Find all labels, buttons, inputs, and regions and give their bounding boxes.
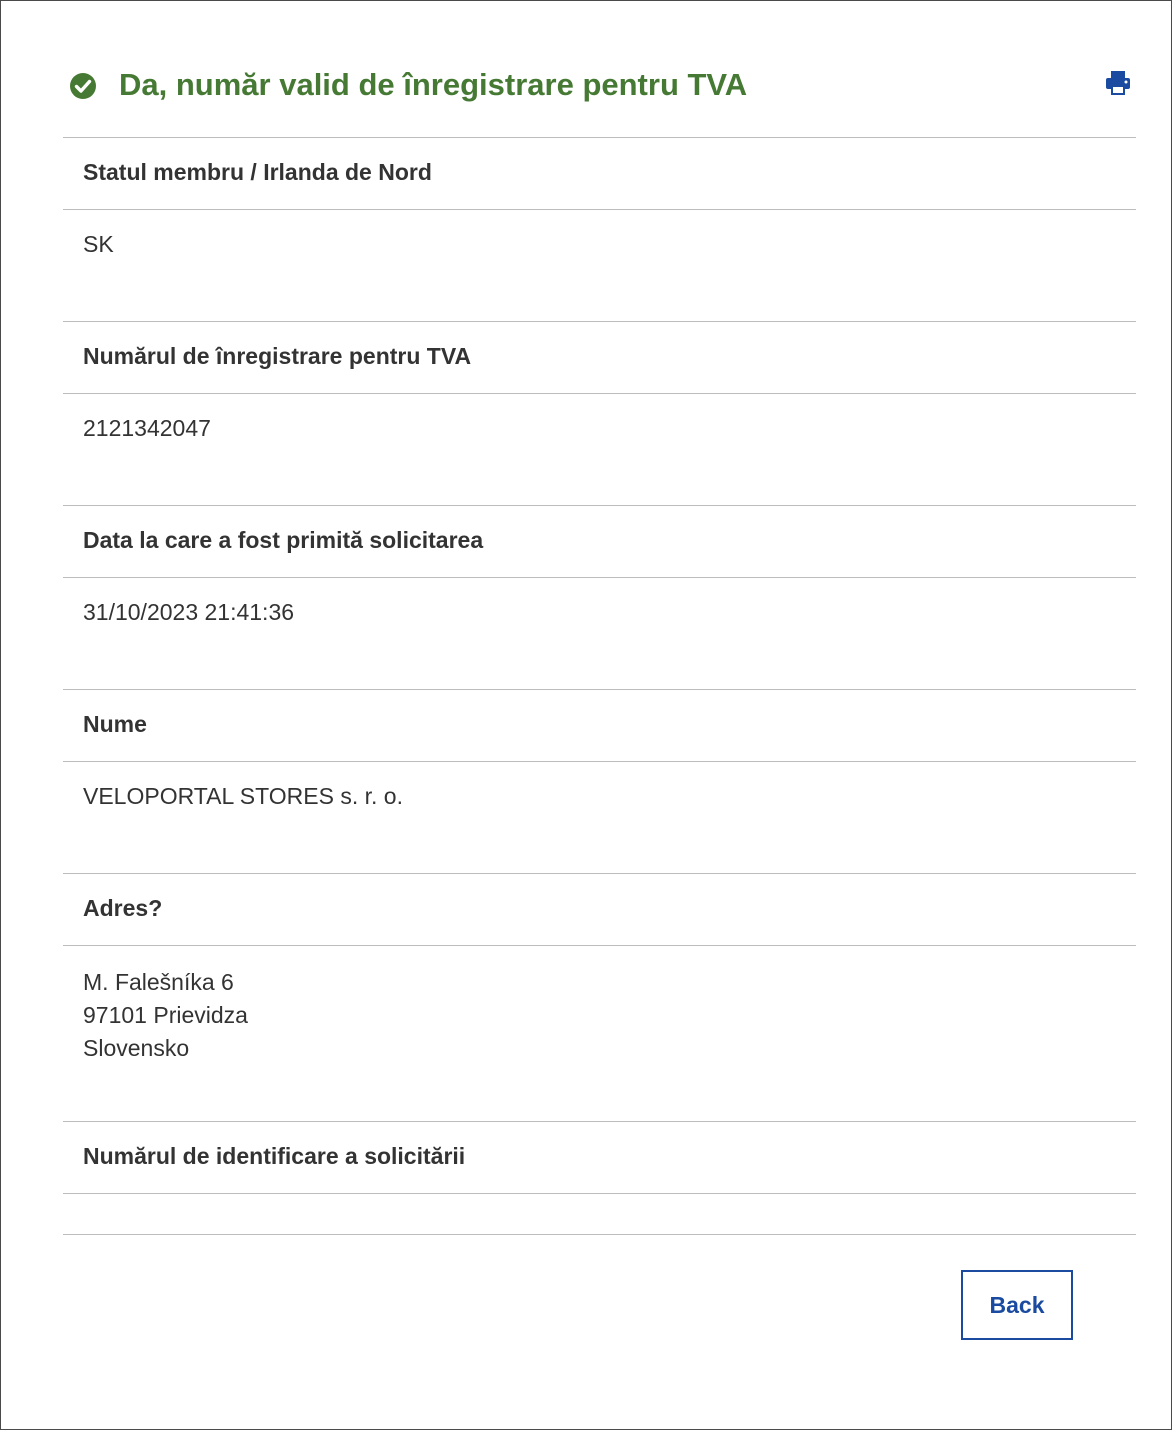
field-label-name: Nume <box>63 689 1136 761</box>
field-label-vat-number: Numărul de înregistrare pentru TVA <box>63 321 1136 393</box>
field-value-request-date: 31/10/2023 21:41:36 <box>63 577 1136 650</box>
field-value-vat-number: 2121342047 <box>63 393 1136 466</box>
field-label-text: Adres? <box>83 895 163 921</box>
field-label-text: Numărul de înregistrare pentru TVA <box>83 343 472 369</box>
field-value-name: VELOPORTAL STORES s. r. o. <box>63 761 1136 834</box>
field-label-text: Numărul de identificare a solicitării <box>83 1143 466 1169</box>
check-circle-icon <box>70 73 96 99</box>
field-value-text: SK <box>83 231 114 257</box>
back-button[interactable]: Back <box>961 1270 1073 1340</box>
field-label-address: Adres? <box>63 873 1136 945</box>
field-value-text: 31/10/2023 21:41:36 <box>83 599 295 625</box>
field-label-request-date: Data la care a fost primită solicitarea <box>63 505 1136 577</box>
print-icon[interactable] <box>1104 69 1132 97</box>
field-value-member-state: SK <box>63 209 1136 282</box>
field-value-text: VELOPORTAL STORES s. r. o. <box>83 783 403 809</box>
field-value-text: M. Falešníka 6 97101 Prievidza Slovensko <box>83 969 248 1061</box>
field-label-member-state: Statul membru / Irlanda de Nord <box>63 137 1136 209</box>
field-label-request-id: Numărul de identificare a solicitării <box>63 1121 1136 1193</box>
result-title: Da, număr valid de înregistrare pentru T… <box>119 67 748 102</box>
field-value-request-id <box>63 1193 1136 1234</box>
field-label-text: Nume <box>83 711 147 737</box>
field-value-address: M. Falešníka 6 97101 Prievidza Slovensko <box>63 945 1136 1082</box>
divider <box>63 1234 1136 1235</box>
result-header: Da, număr valid de înregistrare pentru T… <box>63 60 1136 110</box>
field-label-text: Data la care a fost primită solicitarea <box>83 527 484 553</box>
field-value-text: 2121342047 <box>83 415 211 441</box>
field-label-text: Statul membru / Irlanda de Nord <box>83 159 432 185</box>
